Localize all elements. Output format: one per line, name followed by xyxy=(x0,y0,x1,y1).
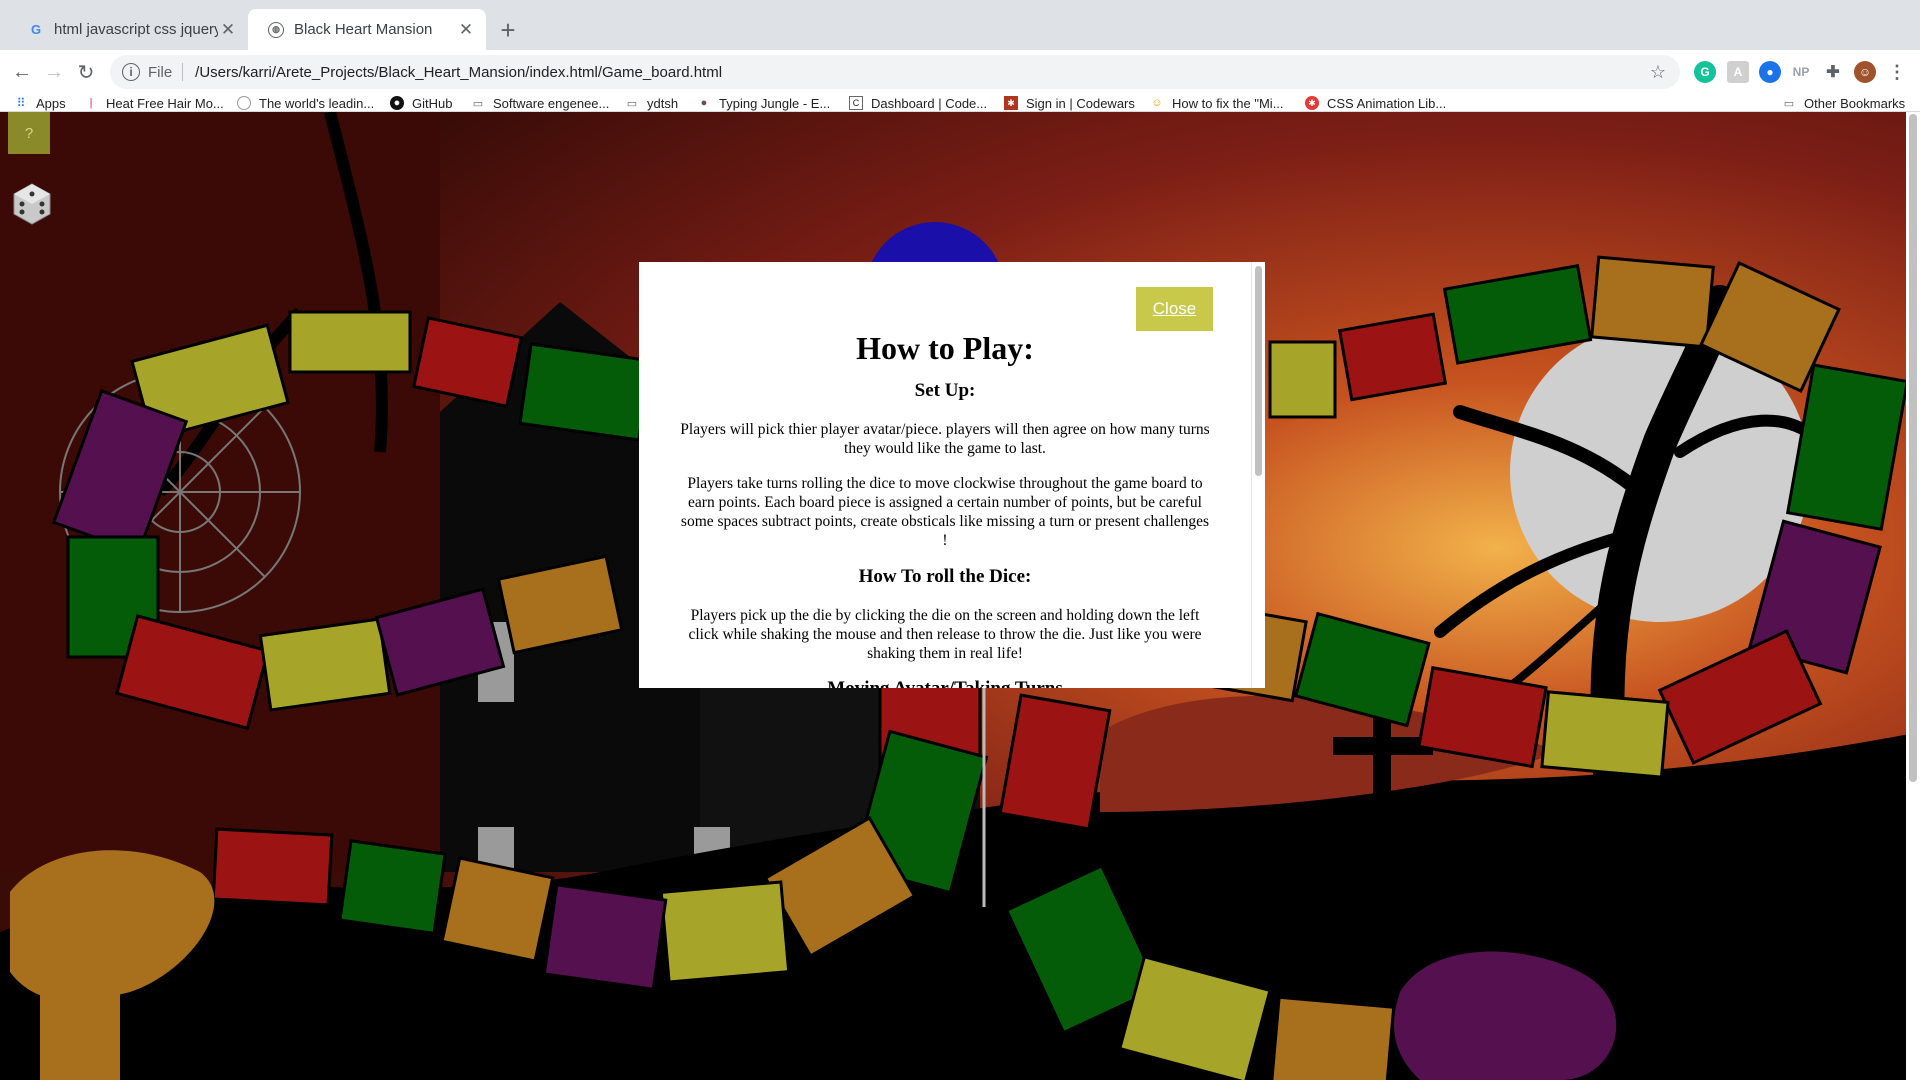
modal-scrollbar-thumb[interactable] xyxy=(1255,266,1262,476)
bookmark-label: Heat Free Hair Mo... xyxy=(106,95,224,111)
tab-title: html javascript css jquery gam xyxy=(54,21,218,38)
bookmark-codewars[interactable]: ✱ Sign in | Codewars xyxy=(1004,94,1135,112)
bookmark-ydtsh[interactable]: ▭ ydtsh xyxy=(625,94,678,112)
bookmark-label: Apps xyxy=(36,95,66,111)
board-tile xyxy=(338,839,447,935)
board-tile xyxy=(1337,312,1448,402)
board-tile xyxy=(659,880,791,984)
puzzle-icon[interactable]: ✚ xyxy=(1822,61,1844,83)
scrollbar-thumb[interactable] xyxy=(1909,114,1917,782)
divider xyxy=(182,63,184,81)
bookmark-heat-free-hair[interactable]: | Heat Free Hair Mo... xyxy=(84,94,224,112)
bookmark-label: Other Bookmarks xyxy=(1804,95,1906,111)
browser-toolbar: ← → ↻ i File /Users/karri/Arete_Projects… xyxy=(0,50,1920,94)
google-icon: G xyxy=(30,22,42,37)
board-tile xyxy=(518,342,652,442)
css-favicon: ✱ xyxy=(1305,96,1319,110)
board-tile xyxy=(1268,340,1337,419)
howto-favicon: ☺ xyxy=(1151,97,1163,109)
board-tile xyxy=(288,310,412,374)
bookmark-label: The world's leadin... xyxy=(259,95,375,111)
bookmark-label: ydtsh xyxy=(647,95,679,111)
bookmark-label: Typing Jungle - E... xyxy=(719,95,831,111)
section-heading-moving: Moving Avatar/Taking Turns xyxy=(639,678,1251,688)
how-to-play-modal: Close How to Play: Set Up: Players will … xyxy=(639,262,1265,688)
close-button[interactable]: Close xyxy=(1136,287,1213,331)
bookmark-css-animation[interactable]: ✱ CSS Animation Lib... xyxy=(1305,94,1446,112)
folder-icon: ▭ xyxy=(1783,97,1795,110)
close-tab-icon[interactable]: ✕ xyxy=(218,20,238,40)
url-text[interactable]: /Users/karri/Arete_Projects/Black_Heart_… xyxy=(195,64,722,81)
setup-paragraph: Players will pick thier player avatar/pi… xyxy=(680,421,1210,457)
bookmark-label: How to fix the "Mi... xyxy=(1172,95,1284,111)
close-tab-icon[interactable]: ✕ xyxy=(456,20,476,40)
github-favicon xyxy=(237,96,251,110)
gameplay-paragraph: Players take turns rolling the dice to m… xyxy=(680,475,1210,549)
url-scheme: File xyxy=(148,63,173,81)
page-scrollbar[interactable] xyxy=(1906,112,1920,1080)
np-icon[interactable]: NP xyxy=(1790,61,1812,83)
codewars-favicon: ✱ xyxy=(1004,96,1018,110)
other-bookmarks[interactable]: ▭ Other Bookmarks xyxy=(1782,94,1905,112)
bookmark-star-icon[interactable]: ☆ xyxy=(1650,62,1666,83)
tab-strip: G html javascript css jquery gam ✕ ◍ Bla… xyxy=(0,0,1920,50)
address-bar[interactable]: i File /Users/karri/Arete_Projects/Black… xyxy=(110,55,1680,89)
bookmark-software-engineer[interactable]: ▭ Software engenee... xyxy=(471,94,610,112)
board-tile xyxy=(440,856,555,963)
dice-icon[interactable] xyxy=(10,182,54,226)
site-info-icon[interactable]: i xyxy=(122,63,140,81)
bookmark-favicon: | xyxy=(89,97,93,109)
section-heading-dice: How To roll the Dice: xyxy=(858,566,1032,587)
bookmark-label: CSS Animation Lib... xyxy=(1327,95,1447,111)
code-favicon: C xyxy=(849,96,863,110)
extension-icon[interactable]: A xyxy=(1727,61,1749,83)
bookmark-how-to-fix[interactable]: ☺ How to fix the "Mi... xyxy=(1150,94,1284,112)
bookmark-github[interactable]: ● GitHub xyxy=(390,94,452,112)
section-heading-setup: Set Up: xyxy=(914,380,976,401)
dice-paragraph: Players pick up the die by clicking the … xyxy=(688,607,1202,662)
grammarly-icon[interactable]: G xyxy=(1694,61,1716,83)
board-tile xyxy=(1269,995,1396,1080)
blue-extension-icon[interactable]: ● xyxy=(1759,61,1781,83)
new-tab-button[interactable]: + xyxy=(492,14,524,46)
forward-button[interactable]: → xyxy=(40,58,68,86)
board-tile xyxy=(542,883,668,991)
reload-button[interactable]: ↻ xyxy=(72,58,100,86)
apps-grid-icon: ⠿ xyxy=(16,96,26,110)
bookmark-label: Sign in | Codewars xyxy=(1026,95,1135,111)
board-tile xyxy=(258,617,392,712)
bookmark-apps[interactable]: ⠿ Apps xyxy=(14,94,66,112)
board-blob-orange xyxy=(40,972,120,1080)
board-tile xyxy=(998,693,1112,831)
folder-icon: ▭ xyxy=(626,97,638,110)
bookmark-worlds-leading[interactable]: The world's leadin... xyxy=(237,94,374,112)
bookmark-dashboard-code[interactable]: C Dashboard | Code... xyxy=(849,94,987,112)
bookmark-label: Dashboard | Code... xyxy=(871,95,988,111)
tab-black-heart-mansion[interactable]: ◍ Black Heart Mansion ✕ xyxy=(248,9,486,50)
board-tile xyxy=(211,827,334,907)
board-tile xyxy=(1540,690,1670,779)
menu-icon[interactable]: ⋮ xyxy=(1886,61,1908,83)
modal-title: How to Play: xyxy=(856,330,1034,366)
bookmark-label: Software engenee... xyxy=(493,95,610,111)
globe-icon: ◍ xyxy=(268,21,284,38)
tab-google-search[interactable]: G html javascript css jquery gam ✕ xyxy=(8,9,248,50)
github-favicon: ● xyxy=(390,96,404,110)
bookmark-label: GitHub xyxy=(412,95,453,111)
board-tile xyxy=(1590,255,1715,349)
typing-jungle-favicon: ● xyxy=(700,97,708,109)
tab-title: Black Heart Mansion xyxy=(294,21,433,38)
bookmark-typing-jungle[interactable]: ● Typing Jungle - E... xyxy=(697,94,831,112)
folder-icon: ▭ xyxy=(472,97,484,110)
back-button[interactable]: ← xyxy=(8,58,36,86)
modal-scrollbar[interactable] xyxy=(1251,262,1265,688)
help-button[interactable]: ? xyxy=(8,112,50,154)
profile-avatar[interactable]: ☺ xyxy=(1854,61,1876,83)
